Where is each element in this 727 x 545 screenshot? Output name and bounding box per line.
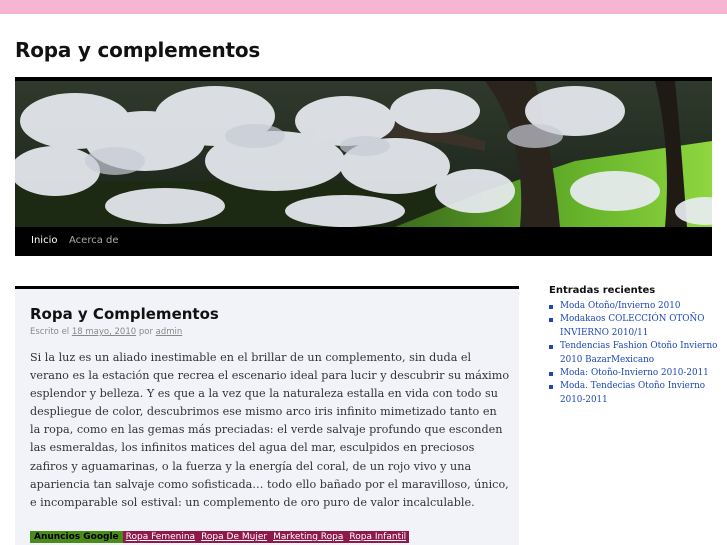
site-title[interactable]: Ropa y complementos [15,38,260,62]
nav-item-acerca-de[interactable]: Acerca de [69,235,119,246]
ads-label: Anuncios Google [30,531,123,543]
recent-posts-heading: Entradas recientes [549,285,656,296]
sidebar: Entradas recientes Moda Otoño/Invierno 2… [549,285,719,407]
top-accent-bar [0,0,727,14]
main-nav: Inicio Acerca de [15,227,712,256]
header: Inicio Acerca de [15,77,712,256]
post-title[interactable]: Ropa y Complementos [30,305,219,323]
post-meta-by: por [138,327,153,337]
recent-post-link[interactable]: Moda: Otoño-Invierno 2010-2011 [549,367,719,380]
recent-post-link[interactable]: Tendencias Fashion Otoño Invierno 2010 B… [549,340,719,367]
recent-post-link[interactable]: Modakaos COLECCIÓN OTOÑO INVIERNO 2010/1… [549,313,719,340]
recent-posts-list: Moda Otoño/Invierno 2010 Modakaos COLECC… [549,300,719,407]
ad-link-ropa-de-mujer[interactable]: Ropa De Mujer [198,531,271,543]
post-date-link[interactable]: 18 mayo, 2010 [72,327,136,337]
nav-item-inicio[interactable]: Inicio [31,235,57,246]
ad-link-marketing-ropa[interactable]: Marketing Ropa [270,531,347,543]
recent-post-link[interactable]: Moda Otoño/Invierno 2010 [549,300,719,313]
post-meta: Escrito el 18 mayo, 2010 por admin [30,327,182,337]
post: Ropa y Complementos Escrito el 18 mayo, … [15,286,519,545]
header-banner-image [15,81,712,227]
recent-post-link[interactable]: Moda. Tendecias Otoño Invierno 2010-2011 [549,380,719,407]
post-author-link[interactable]: admin [156,327,183,337]
ad-link-ropa-infantil[interactable]: Ropa Infantil [346,531,410,543]
post-body: Si la luz es un aliado inestimable en el… [30,351,510,509]
google-ads-bar: Anuncios Google Ropa Femenina Ropa De Mu… [30,531,410,543]
ad-link-ropa-femenina[interactable]: Ropa Femenina [122,531,199,543]
post-meta-prefix: Escrito el [30,327,70,337]
